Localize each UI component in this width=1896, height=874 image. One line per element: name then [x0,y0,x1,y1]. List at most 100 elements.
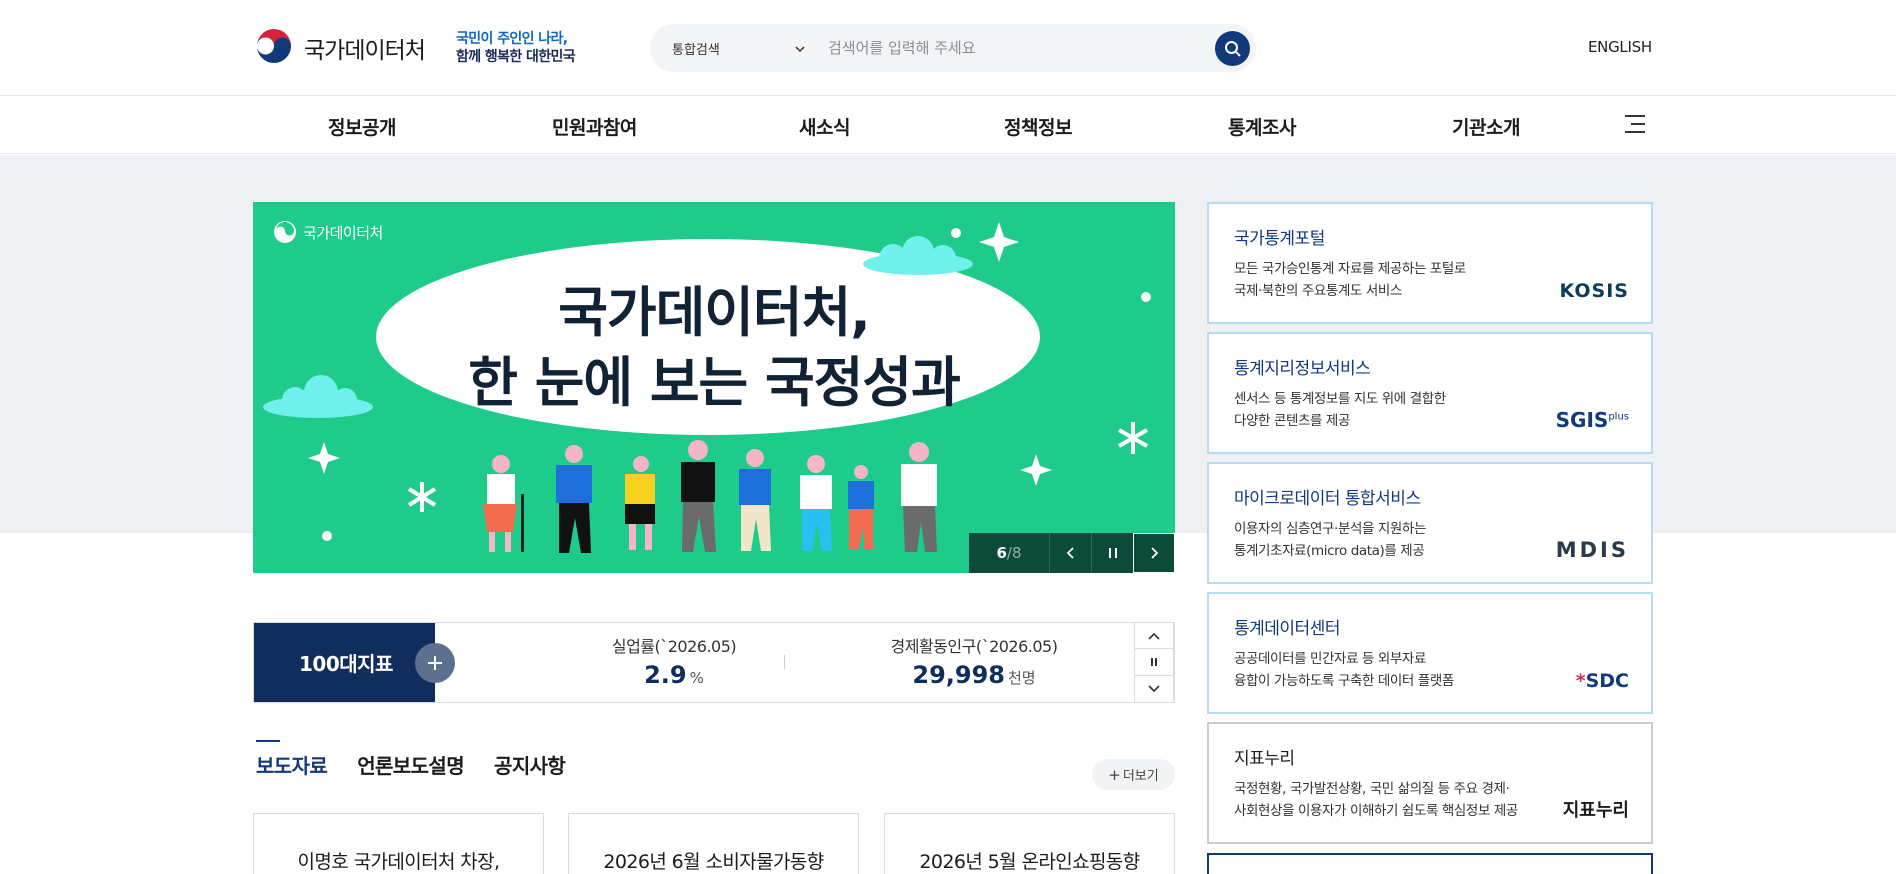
nav-item-info-disclosure[interactable]: 정보공개 [328,113,396,140]
indicator-unit: % [689,669,704,687]
banner-logo-text: 국가데이터처 [303,223,383,242]
main-banner[interactable]: 국가데이터처 국가데이터처, 한 눈에 보는 국정성과 [253,202,1175,573]
plus-icon [428,656,442,670]
indicator-name: 실업률(`2026.05) [611,637,737,656]
hamburger-icon[interactable] [1625,115,1645,133]
chevron-left-icon [1066,547,1074,559]
service-card-jipyo-nuri[interactable]: 지표누리 국정현황, 국가발전상황, 국민 삶의질 등 주요 경제· 사회현상을… [1207,722,1653,844]
next-slide-button[interactable] [1133,533,1175,573]
service-desc-line-1: 모든 국가승인통계 자료를 제공하는 포털로 [1234,261,1466,277]
service-title: 지표누리 [1234,749,1295,769]
news-card[interactable]: 이명호 국가데이터처 차장, [253,813,544,874]
search-scope-label: 통합검색 [672,43,720,58]
pause-icon [1151,658,1157,666]
sgis-logo-sup: plus [1608,411,1629,423]
tab-notice[interactable]: 공지사항 [494,750,566,779]
english-link[interactable]: ENGLISH [1588,38,1652,56]
chevron-down-icon [1148,685,1160,693]
slogan-line-1: 국민이 주인인 나라, [456,31,568,47]
service-card-next[interactable] [1207,853,1653,874]
jipyo-nuri-logo: 지표누리 [1562,800,1629,821]
banner-logo: 국가데이터처 [273,220,383,244]
service-desc-line-1: 공공데이터를 민간자료 등 외부자료 [1234,651,1426,667]
indicator-label[interactable]: 100대지표 [254,623,435,702]
banner-title-line-1: 국가데이터처, [558,281,871,344]
service-description: 센서스 등 통계정보를 지도 위에 결합한 다양한 콘텐츠를 제공 [1234,388,1446,432]
service-desc-line-2: 융합이 가능하도록 구축한 데이터 플랫폼 [1234,673,1454,689]
service-desc-line-1: 센서스 등 통계정보를 지도 위에 결합한 [1234,391,1446,407]
sdc-logo: *SDC [1576,670,1629,692]
indicator-more-button[interactable] [415,643,455,683]
site-logo[interactable]: 국가데이터처 [253,27,426,69]
sgis-logo: SGISplus [1556,408,1629,432]
service-title: 통계지리정보서비스 [1234,359,1371,379]
mdis-logo: MDIS [1555,538,1629,562]
indicator-divider [784,655,785,669]
pause-slide-button[interactable] [1091,533,1133,573]
logo-text: 국가데이터처 [304,38,426,64]
taegeuk-logo-icon [274,221,296,243]
nav-item-statistics-survey[interactable]: 통계조사 [1228,113,1296,140]
nav-item-about[interactable]: 기관소개 [1452,113,1520,140]
indicator-value: 29,998 [912,661,1005,689]
prev-slide-button[interactable] [1049,533,1091,573]
service-card-mdis[interactable]: 마이크로데이터 통합서비스 이용자의 심층연구·분석을 지원하는 통계기초자료(… [1207,462,1653,584]
service-title: 통계데이터센터 [1234,619,1340,639]
pause-icon [1108,548,1117,558]
service-description: 모든 국가승인통계 자료를 제공하는 포털로 국제·북한의 주요통계도 서비스 [1234,258,1466,302]
more-label: 더보기 [1122,769,1159,784]
service-description: 이용자의 심층연구·분석을 지원하는 통계기초자료(micro data)를 제… [1234,518,1426,562]
kosis-logo: KOSIS [1559,280,1629,302]
search-icon [1224,40,1241,57]
indicator-prev-button[interactable] [1134,622,1174,649]
nav-item-policy[interactable]: 정책정보 [1004,113,1072,140]
service-card-sgis[interactable]: 통계지리정보서비스 센서스 등 통계정보를 지도 위에 결합한 다양한 콘텐츠를… [1207,332,1653,454]
search-input[interactable] [828,36,1188,60]
chevron-up-icon [1148,632,1160,640]
service-card-kosis[interactable]: 국가통계포털 모든 국가승인통계 자료를 제공하는 포털로 국제·북한의 주요통… [1207,202,1653,324]
news-card-title: 이명호 국가데이터처 차장, [297,851,501,873]
service-description: 국정현황, 국가발전상황, 국민 삶의질 등 주요 경제· 사회현상을 이용자가… [1234,778,1518,822]
indicator-item[interactable]: 경제활동인구(`2026.05) 29,998 천명 [844,633,1104,689]
plus-icon: + [1108,765,1121,784]
indicator-unit: 천명 [1008,669,1036,687]
news-card[interactable]: 2026년 5월 온라인쇼핑동향 [884,813,1175,874]
sgis-logo-text: SGIS [1555,408,1609,432]
current-slide: 6 [996,544,1007,562]
search-bar: 통합검색 [650,24,1256,72]
news-tabs: 보도자료 언론보도설명 공지사항 [256,740,595,779]
asterisk-icon: * [1575,670,1586,692]
tab-press-release[interactable]: 보도자료 [256,740,328,779]
service-desc-line-1: 이용자의 심층연구·분석을 지원하는 [1234,521,1426,537]
chevron-right-icon [1151,547,1159,559]
main-navigation: 정보공개 민원과참여 새소식 정책정보 통계조사 기관소개 [0,97,1896,154]
banner-controls: 6 / 8 [969,533,1175,573]
slogan-line-2: 함께 행복한 대한민국 [456,49,576,65]
total-slides: 8 [1011,544,1022,562]
nav-item-news[interactable]: 새소식 [799,113,850,140]
banner-title-line-2: 한 눈에 보는 국정성과 [468,351,961,414]
indicator-pause-button[interactable] [1134,649,1174,676]
service-title: 국가통계포털 [1234,229,1325,249]
service-card-sdc[interactable]: 통계데이터센터 공공데이터를 민간자료 등 외부자료 융합이 가능하도록 구축한… [1207,592,1653,714]
search-scope-select[interactable]: 통합검색 [672,39,807,58]
site-header: 국가데이터처 국민이 주인인 나라, 함께 행복한 대한민국 통합검색 ENGL… [0,0,1896,96]
chevron-down-icon [795,45,805,52]
indicator-item[interactable]: 실업률(`2026.05) 2.9% [554,633,794,689]
more-button[interactable]: + 더보기 [1092,759,1175,790]
service-desc-line-1: 국정현황, 국가발전상황, 국민 삶의질 등 주요 경제· [1234,781,1510,797]
tab-press-explanation[interactable]: 언론보도설명 [357,750,464,779]
taegeuk-logo-icon [254,28,294,68]
search-button[interactable] [1215,31,1250,66]
news-card-title: 2026년 6월 소비자물가동향 [603,851,824,873]
indicator-next-button[interactable] [1134,676,1174,703]
service-title: 마이크로데이터 통합서비스 [1234,489,1421,509]
news-card[interactable]: 2026년 6월 소비자물가동향 [568,813,859,874]
slogan: 국민이 주인인 나라, 함께 행복한 대한민국 [456,30,576,66]
indicator-controls [1134,622,1174,703]
service-desc-line-2: 국제·북한의 주요통계도 서비스 [1234,283,1402,299]
nav-item-civil-participation[interactable]: 민원과참여 [552,113,637,140]
indicator-value: 2.9 [644,661,687,689]
service-desc-line-2: 사회현상을 이용자가 이해하기 쉽도록 핵심정보 제공 [1234,803,1518,819]
indicator-bar: 100대지표 실업률(`2026.05) 2.9% 경제활동인구(`2026.0… [253,622,1175,703]
